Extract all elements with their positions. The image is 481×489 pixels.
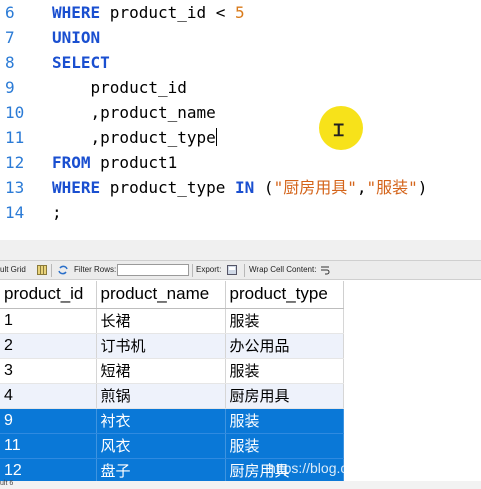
code-text[interactable]: ,product_name bbox=[52, 100, 216, 125]
code-text[interactable]: product_id bbox=[52, 75, 187, 100]
sql-literal: "服装" bbox=[366, 178, 418, 197]
code-text[interactable]: ,product_type bbox=[52, 125, 217, 150]
sql-keyword: WHERE bbox=[52, 3, 101, 22]
sql-keyword: WHERE bbox=[52, 178, 101, 197]
toolbar-divider bbox=[192, 264, 193, 277]
line-number: 12 bbox=[5, 153, 25, 172]
result-grid-toolbar: ult Grid Filter Rows: Export: Wrap Cell … bbox=[0, 260, 481, 280]
refresh-icon[interactable] bbox=[58, 265, 68, 275]
table-row[interactable]: 4 煎锅 厨房用具 bbox=[0, 383, 344, 409]
result-grid-label[interactable]: ult Grid bbox=[0, 265, 26, 274]
sql-token: product_id < bbox=[100, 3, 236, 22]
sql-token: product_id bbox=[52, 78, 187, 97]
sql-token: product1 bbox=[90, 153, 178, 172]
table-row[interactable]: 2 订书机 办公用品 bbox=[0, 333, 344, 359]
toolbar-divider bbox=[244, 264, 245, 277]
cell-product-name[interactable]: 煎锅 bbox=[96, 383, 226, 409]
cell-product-name[interactable]: 长裙 bbox=[96, 308, 226, 334]
sql-keyword: IN bbox=[235, 178, 255, 197]
code-text[interactable]: WHERE product_type IN ("厨房用具","服装") bbox=[52, 175, 427, 200]
column-header-product-id[interactable]: product_id bbox=[0, 281, 97, 309]
sql-keyword: FROM bbox=[52, 153, 91, 172]
sql-keyword: SELECT bbox=[52, 53, 110, 72]
table-row[interactable]: 1 长裙 服装 bbox=[0, 308, 344, 334]
sql-literal: "厨房用具" bbox=[273, 178, 357, 197]
column-header-product-name[interactable]: product_name bbox=[96, 281, 226, 309]
line-number: 14 bbox=[5, 203, 25, 222]
wrap-text-icon[interactable] bbox=[320, 265, 330, 275]
code-text[interactable]: FROM product1 bbox=[52, 150, 177, 175]
cell-product-name[interactable]: 订书机 bbox=[96, 333, 226, 359]
cell-product-name[interactable]: 盘子 bbox=[96, 458, 226, 484]
cell-product-name[interactable]: 衬衣 bbox=[96, 408, 226, 434]
filter-rows-input[interactable] bbox=[117, 264, 189, 276]
result-tabs-strip bbox=[0, 481, 481, 489]
export-icon[interactable] bbox=[227, 265, 237, 275]
table-row[interactable]: 11 风衣 服装 bbox=[0, 433, 344, 459]
sql-token: ( bbox=[254, 178, 274, 197]
sql-token: product_type bbox=[100, 178, 236, 197]
sql-token: ) bbox=[417, 178, 428, 197]
cell-product-type[interactable]: 办公用品 bbox=[225, 333, 344, 359]
text-caret bbox=[215, 128, 217, 146]
column-header-product-type[interactable]: product_type bbox=[225, 281, 344, 309]
cell-product-type[interactable]: 厨房用具 bbox=[225, 383, 344, 409]
line-number: 9 bbox=[5, 78, 15, 97]
cell-product-type[interactable]: 服装 bbox=[225, 408, 344, 434]
text-cursor-icon: Ɪ bbox=[334, 121, 344, 141]
line-number: 8 bbox=[5, 53, 15, 72]
cell-product-id[interactable]: 2 bbox=[0, 333, 97, 359]
sql-token: ; bbox=[52, 203, 62, 222]
sql-token: ,product_type bbox=[52, 128, 216, 147]
cell-product-id[interactable]: 3 bbox=[0, 358, 97, 384]
cell-product-type[interactable]: 服装 bbox=[225, 358, 344, 384]
wrap-cell-content-label: Wrap Cell Content: bbox=[249, 265, 317, 274]
line-number: 7 bbox=[5, 28, 15, 47]
pane-splitter[interactable] bbox=[0, 240, 481, 260]
result-grid[interactable]: product_id product_name product_type 1 长裙… bbox=[0, 281, 344, 484]
cell-product-id[interactable]: 1 bbox=[0, 308, 97, 334]
code-text[interactable]: SELECT bbox=[52, 50, 110, 75]
cell-product-id[interactable]: 12 bbox=[0, 458, 97, 484]
cell-product-id[interactable]: 4 bbox=[0, 383, 97, 409]
line-number: 13 bbox=[5, 178, 25, 197]
table-row[interactable]: 9 衬衣 服装 bbox=[0, 408, 344, 434]
sql-literal: 5 bbox=[235, 3, 245, 22]
cell-product-name[interactable]: 风衣 bbox=[96, 433, 226, 459]
sql-token: ,product_name bbox=[52, 103, 216, 122]
line-number: 6 bbox=[5, 3, 15, 22]
filter-rows-label: Filter Rows: bbox=[74, 265, 117, 274]
grid-header-row: product_id product_name product_type bbox=[0, 281, 344, 309]
line-number: 11 bbox=[5, 128, 25, 147]
result-tab-label[interactable]: ult 6 bbox=[0, 480, 13, 487]
code-text[interactable]: UNION bbox=[52, 25, 100, 50]
code-text[interactable]: WHERE product_id < 5 bbox=[52, 0, 245, 25]
cell-product-id[interactable]: 9 bbox=[0, 408, 97, 434]
export-label: Export: bbox=[196, 265, 222, 274]
table-row[interactable]: 3 短裙 服装 bbox=[0, 358, 344, 384]
sql-editor[interactable]: 6 WHERE product_id < 5 7 UNION 8 SELECT 9 prod… bbox=[0, 0, 481, 240]
sql-keyword: UNION bbox=[52, 28, 101, 47]
cell-product-name[interactable]: 短裙 bbox=[96, 358, 226, 384]
line-number: 10 bbox=[5, 103, 25, 122]
cell-product-id[interactable]: 11 bbox=[0, 433, 97, 459]
toolbar-divider bbox=[51, 264, 52, 277]
grid-view-icon[interactable] bbox=[37, 265, 47, 275]
cell-product-type[interactable]: 服装 bbox=[225, 433, 344, 459]
code-text[interactable]: ; bbox=[52, 200, 62, 225]
watermark: https://blog.csdn.net/SSSyria bbox=[268, 460, 448, 476]
cell-product-type[interactable]: 服装 bbox=[225, 308, 344, 334]
